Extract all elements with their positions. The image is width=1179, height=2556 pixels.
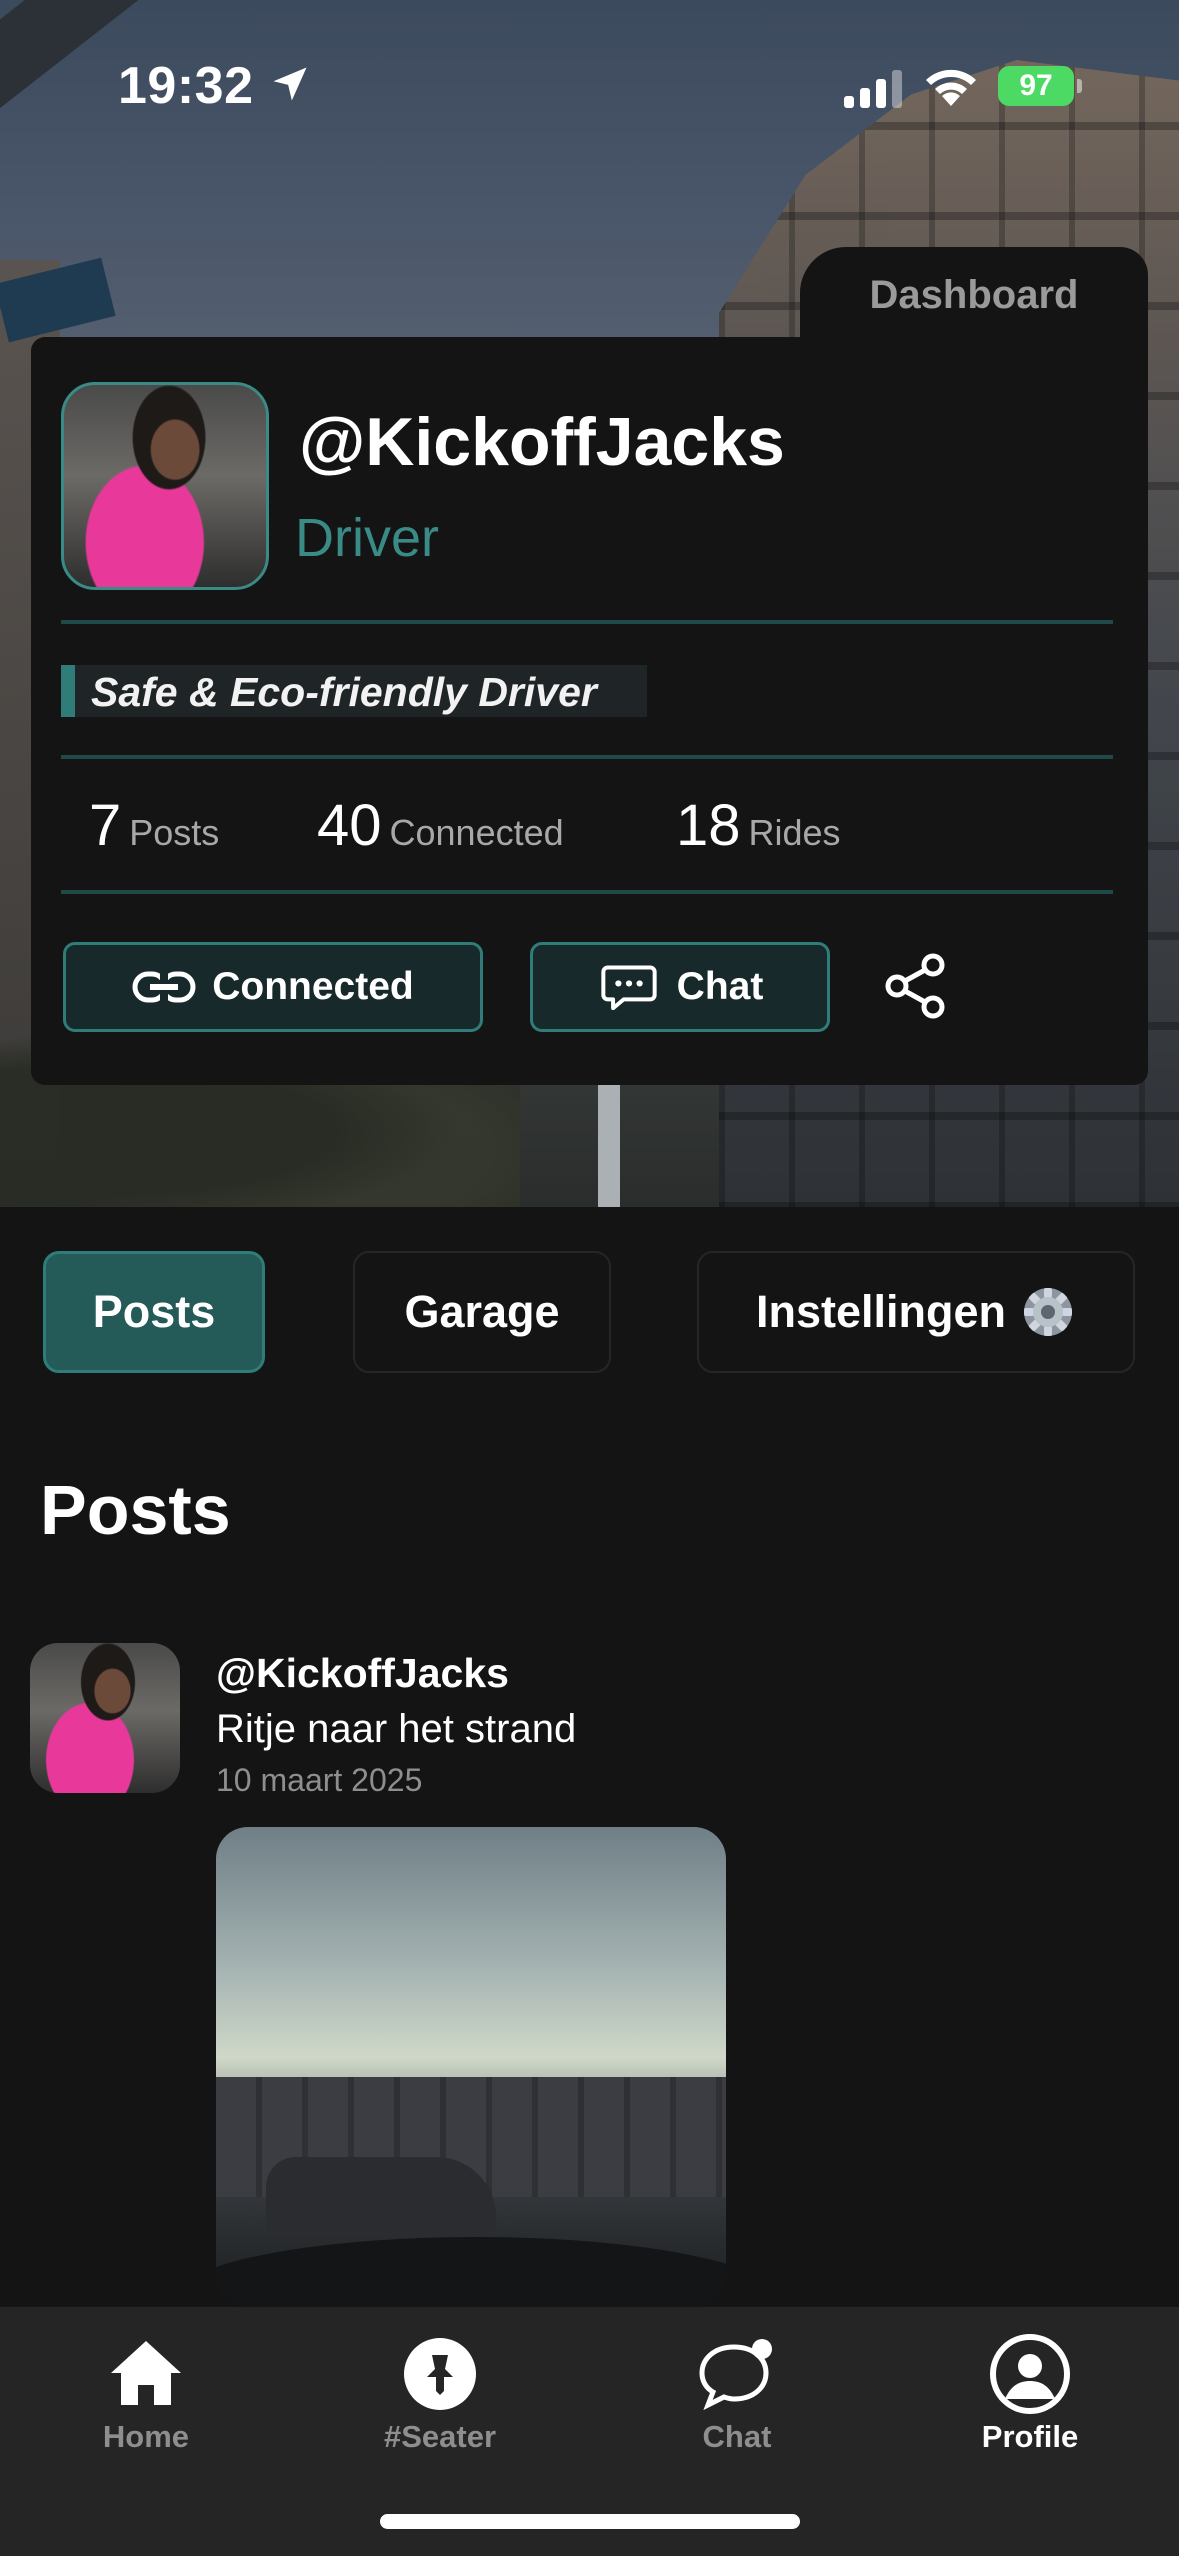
profile-card: @KickoffJacks Driver Safe & Eco-friendly… <box>31 337 1148 1085</box>
tab-posts[interactable]: Posts <box>43 1251 265 1373</box>
nav-seater[interactable]: #Seater <box>340 2333 540 2455</box>
location-arrow-icon <box>273 67 307 101</box>
chat-bubble-icon <box>699 2339 772 2411</box>
post-photo[interactable] <box>216 1827 726 2307</box>
photo-dashboard <box>216 2237 726 2307</box>
avatar <box>61 382 269 590</box>
stat-rides[interactable]: 18 Rides <box>676 792 841 859</box>
battery-level: 97 <box>1019 69 1053 102</box>
share-icon[interactable] <box>883 953 949 1019</box>
stat-label: Connected <box>389 812 564 853</box>
profile-tagline: Safe & Eco-friendly Driver <box>61 665 647 717</box>
post-text: Ritje naar het strand <box>216 1707 577 1751</box>
stat-value: 18 <box>676 793 741 858</box>
pin-icon <box>404 2338 476 2410</box>
profile-username: @KickoffJacks <box>299 404 785 480</box>
home-icon <box>111 2341 181 2405</box>
status-time: 19:32 <box>118 57 254 115</box>
stat-posts[interactable]: 7 Posts <box>89 792 219 859</box>
nav-profile[interactable]: Profile <box>930 2333 1130 2455</box>
nav-label: Profile <box>981 2419 1079 2454</box>
stat-connected[interactable]: 40 Connected <box>317 792 564 859</box>
tab-label: Instellingen <box>755 1286 1007 1337</box>
post-date: 10 maart 2025 <box>216 1762 423 1798</box>
photo-car <box>266 2157 496 2237</box>
chat-button-label: Chat <box>676 965 764 1008</box>
link-icon <box>132 971 196 1003</box>
nav-label: #Seater <box>383 2419 497 2454</box>
stat-value: 7 <box>89 793 122 858</box>
home-indicator[interactable] <box>380 2514 800 2529</box>
tab-label: Garage <box>404 1286 560 1337</box>
tab-settings[interactable]: Instellingen <box>697 1251 1135 1373</box>
profile-role: Driver <box>295 508 439 568</box>
tab-label: Posts <box>92 1286 216 1337</box>
nav-label: Chat <box>702 2419 772 2454</box>
nav-chat[interactable]: Chat <box>637 2333 837 2455</box>
divider <box>61 755 1113 759</box>
connected-button[interactable]: Connected <box>63 942 483 1032</box>
post-username[interactable]: @KickoffJacks <box>216 1650 509 1697</box>
battery-charging-icon: 97 <box>998 66 1082 106</box>
status-bar: 19:32 97 <box>0 0 1179 150</box>
profile-icon <box>990 2334 1070 2414</box>
divider <box>61 890 1113 894</box>
stat-label: Rides <box>748 812 841 853</box>
nav-label: Home <box>102 2419 190 2454</box>
gear-icon <box>1024 1288 1073 1336</box>
stat-value: 40 <box>317 793 382 858</box>
chat-button[interactable]: Chat <box>530 942 830 1032</box>
chat-icon <box>601 965 657 1010</box>
post-avatar[interactable] <box>30 1643 180 1793</box>
stat-label: Posts <box>129 812 220 853</box>
cover-pole <box>598 1080 620 1207</box>
tab-garage[interactable]: Garage <box>353 1251 611 1373</box>
wifi-icon <box>926 69 976 106</box>
divider <box>61 620 1113 624</box>
cellular-signal-icon <box>844 70 902 108</box>
nav-home[interactable]: Home <box>46 2333 246 2455</box>
section-title: Posts <box>40 1471 231 1549</box>
connected-button-label: Connected <box>212 965 414 1008</box>
